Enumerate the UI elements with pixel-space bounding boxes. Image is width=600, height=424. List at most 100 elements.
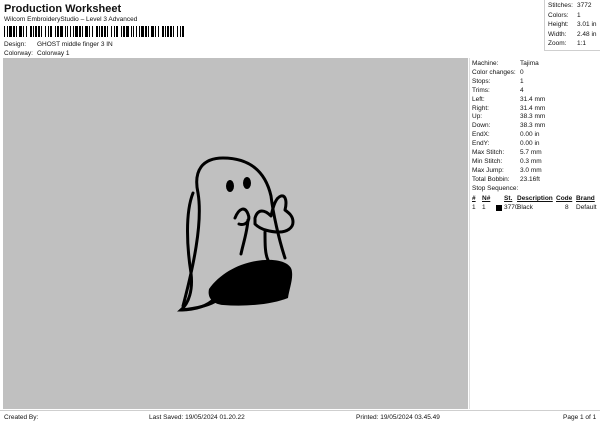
row-description: Black bbox=[517, 204, 533, 211]
property-value: 0 bbox=[520, 68, 524, 76]
page-title: Production Worksheet bbox=[4, 3, 122, 15]
barcode-bar bbox=[38, 26, 40, 37]
design-canvas[interactable] bbox=[3, 58, 468, 409]
property-label: Total Bobbin: bbox=[472, 175, 510, 183]
row-brand: Default bbox=[576, 204, 597, 211]
barcode-bar bbox=[165, 26, 166, 37]
design-label: Design: bbox=[4, 41, 27, 48]
property-value: 4 bbox=[520, 86, 524, 94]
property-row: EndY: 0.00 in bbox=[472, 140, 540, 147]
stats-box: Stitches: 3772 Colors: 1 Height: 3.01 in Wi… bbox=[544, 0, 600, 51]
property-row: Down: 38.3 mm bbox=[472, 122, 545, 129]
barcode-bar bbox=[30, 26, 32, 37]
barcode-bar bbox=[26, 26, 27, 37]
barcode-bar bbox=[114, 26, 115, 37]
barcode-bar bbox=[180, 26, 181, 37]
stat-stitches: Stitches: 3772 bbox=[548, 2, 592, 9]
created-by: Created By: bbox=[4, 414, 39, 421]
row-code: 8 bbox=[565, 204, 569, 211]
property-label: EndY: bbox=[472, 140, 490, 148]
ghost-right-edge bbox=[263, 230, 270, 262]
barcode-bar bbox=[85, 26, 88, 37]
col-code: Code bbox=[556, 195, 573, 202]
property-row: EndX: 0.00 in bbox=[472, 131, 540, 138]
property-label: Right: bbox=[472, 104, 489, 112]
stat-colors: Colors: 1 bbox=[548, 11, 581, 19]
barcode-bar bbox=[41, 26, 42, 37]
barcode-bar bbox=[162, 26, 164, 37]
col-brand: Brand bbox=[576, 195, 595, 202]
property-label: EndX: bbox=[472, 131, 490, 139]
barcode-bar bbox=[104, 26, 106, 37]
barcode-bar bbox=[82, 26, 83, 37]
design-value: GHOST middle finger 3 IN bbox=[37, 41, 113, 48]
barcode-bar bbox=[141, 26, 144, 37]
last-saved: Last Saved: 19/05/2024 01.20.22 bbox=[149, 414, 245, 421]
barcode-bar bbox=[177, 26, 178, 37]
ghost-design-icon bbox=[177, 156, 295, 312]
row-n: 1 bbox=[482, 204, 486, 211]
property-value: 38.3 mm bbox=[520, 122, 546, 130]
property-label: Up: bbox=[472, 113, 483, 121]
property-value: Tajima bbox=[520, 60, 539, 67]
design-row: Design: GHOST middle finger 3 IN bbox=[4, 41, 113, 48]
printed-date: Printed: 19/05/2024 03.45.49 bbox=[356, 414, 440, 421]
page-number: Page 1 of 1 bbox=[563, 414, 597, 421]
barcode-bar bbox=[126, 26, 129, 37]
barcode-bar bbox=[23, 26, 24, 37]
barcode-bar bbox=[167, 26, 169, 37]
property-label: Stops: bbox=[472, 77, 491, 85]
barcode-bar bbox=[33, 26, 34, 37]
property-value: 23.16ft bbox=[520, 175, 540, 183]
barcode-bar bbox=[57, 26, 59, 37]
barcode-bar bbox=[145, 26, 147, 37]
property-row: Max Stitch: 5.7 mm bbox=[472, 149, 542, 156]
property-row: Trims: 4 bbox=[472, 87, 524, 94]
ghost-left-eye bbox=[226, 180, 234, 192]
barcode-bar bbox=[136, 26, 137, 37]
app-subtitle: Wilcom EmbroideryStudio – Level 3 Advanc… bbox=[4, 16, 138, 23]
barcode-bar bbox=[35, 26, 37, 37]
barcode-bar bbox=[13, 26, 15, 37]
barcode-bar bbox=[67, 26, 68, 37]
property-value: 5.7 mm bbox=[520, 149, 542, 156]
barcode-bar bbox=[182, 26, 184, 37]
col-st: St. bbox=[504, 195, 513, 202]
property-label: Max Stitch: bbox=[472, 149, 505, 156]
ghost-right-eye bbox=[243, 177, 251, 189]
barcode-bar bbox=[96, 26, 98, 37]
property-label: Down: bbox=[472, 122, 491, 130]
table-row[interactable]: 1 1 3770 Black 8 Default bbox=[472, 204, 600, 212]
property-row: Left: 31.4 mm bbox=[472, 96, 545, 103]
property-row: Min Stitch: 0.3 mm bbox=[472, 158, 542, 165]
property-label: Trims: bbox=[472, 86, 490, 94]
property-value: 31.4 mm bbox=[520, 104, 546, 112]
stat-zoom: Zoom: 1:1 bbox=[548, 40, 587, 47]
barcode-bar bbox=[148, 26, 149, 37]
property-value: 0.00 in bbox=[520, 140, 540, 148]
property-label: Left: bbox=[472, 95, 485, 103]
barcode-bar bbox=[155, 26, 156, 37]
barcode-bar bbox=[60, 26, 63, 37]
barcode-bar bbox=[101, 26, 103, 37]
property-label: Machine: bbox=[472, 60, 499, 67]
barcode-bar bbox=[121, 26, 122, 37]
property-value: 31.4 mm bbox=[520, 95, 546, 103]
col-hash: # bbox=[472, 195, 476, 202]
barcode-bar bbox=[73, 26, 74, 37]
ghost-shadow bbox=[208, 259, 293, 306]
barcode-bar bbox=[107, 26, 108, 37]
property-row: Stops: 1 bbox=[472, 78, 524, 85]
barcode-bar bbox=[92, 26, 93, 37]
barcode-bar bbox=[7, 26, 8, 37]
barcode-bar bbox=[65, 26, 66, 37]
barcode-bar bbox=[133, 26, 134, 37]
property-row: Total Bobbin: 23.16ft bbox=[472, 176, 540, 183]
property-label: Min Stitch: bbox=[472, 157, 503, 165]
barcode-bar bbox=[55, 26, 56, 37]
barcode-bar bbox=[139, 26, 140, 37]
barcode-bar bbox=[48, 26, 49, 37]
barcode-bar bbox=[111, 26, 112, 37]
barcode-icon bbox=[4, 26, 184, 37]
barcode-bar bbox=[16, 26, 17, 37]
